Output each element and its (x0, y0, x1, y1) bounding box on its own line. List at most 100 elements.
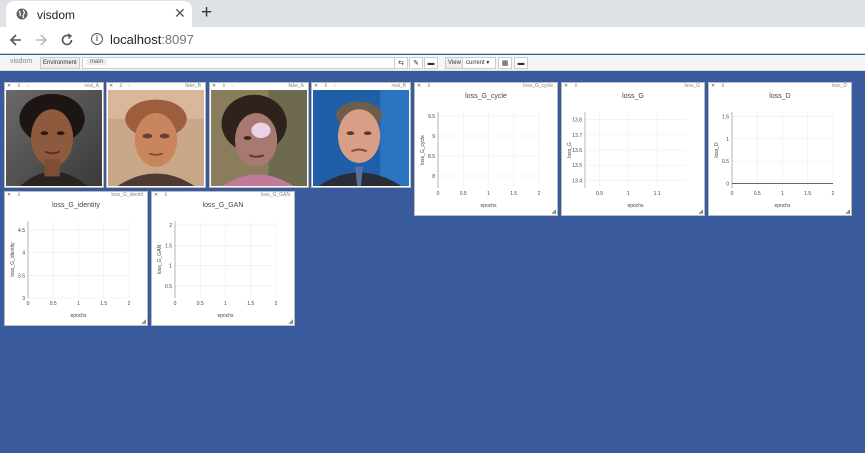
pane-controls[interactable]: ✕ ⇩ ◌ (314, 83, 338, 90)
environment-tag: main (86, 59, 108, 65)
x-axis-label: epochs (70, 313, 87, 319)
x-tick-label: 0.5 (50, 301, 57, 307)
y-tick-label: 4.5 (18, 228, 25, 234)
reload-icon[interactable] (60, 33, 74, 47)
y-tick-label: 8.5 (428, 154, 435, 160)
y-tick-label: 1.5 (165, 243, 172, 249)
plot-pane-loss-g-identity[interactable]: ✕ ⇩ loss_G_identit loss_G_identity 0 0.5 1 1.5… (4, 191, 148, 326)
y-tick-label: 0.5 (722, 159, 729, 165)
y-tick-label: 2 (169, 223, 172, 229)
plot-pane-loss-g-cycle[interactable]: ✕ ⇩ loss_G_cycle loss_G_cycle 0 0.5 1 1.5 2 9.5 9… (414, 82, 558, 216)
resize-handle-icon[interactable]: ◢ (551, 208, 556, 215)
resize-handle-icon[interactable]: ◢ (845, 208, 850, 215)
x-tick-label: 2 (832, 191, 835, 197)
y-tick-label: 13.6 (572, 148, 582, 154)
visdom-logo: visdom (10, 58, 33, 65)
x-tick-label: 0 (731, 191, 734, 197)
x-tick-label: 1.5 (247, 301, 254, 307)
plot-pane-loss-g-gan[interactable]: ✕ ⇩ loss_G_GAN loss_G_GAN 0 0.5 1 1.5 2 2 1.5 1 0.5… (151, 191, 295, 326)
x-tick-label: 0 (174, 301, 177, 307)
x-tick-label: 2 (128, 301, 131, 307)
new-tab-button[interactable]: + (201, 2, 212, 24)
globe-icon (16, 8, 28, 20)
x-tick-label: 1.1 (654, 191, 661, 197)
folder-icon[interactable]: ▬ (424, 57, 438, 69)
pane-header: ✕ ⇩ ◌ fake_A (210, 83, 308, 90)
image-pane-real-a[interactable]: ✕ ⇩ ◌ real_A (4, 82, 104, 188)
y-axis-label: loss_G_cycle (420, 135, 426, 165)
x-tick-label: 0.9 (596, 191, 603, 197)
tab-title: visdom (37, 8, 76, 22)
share-icon[interactable]: ⇆ (394, 57, 408, 69)
x-tick-label: 1 (627, 191, 630, 197)
chart-plot-area: 0.9 1 1.1 13.8 13.7 13.6 13.5 13.4 epochs loss_G (567, 112, 686, 209)
y-axis-label: loss_G (567, 142, 573, 158)
x-tick-label: 1 (487, 191, 490, 197)
x-tick-label: 2 (538, 191, 541, 197)
close-tab-icon[interactable]: ✕ (174, 5, 186, 22)
pane-name: fake_B (185, 83, 201, 89)
face-image (6, 90, 102, 186)
chart-plot-area: 0 0.5 1 1.5 2 2 1.5 1 0.5 epochs loss_G_GAN (157, 221, 278, 319)
url-host: localhost (110, 32, 162, 47)
face-image (108, 90, 204, 186)
image-pane-real-b[interactable]: ✕ ⇩ ◌ real_B (311, 82, 411, 188)
y-tick-label: 13.5 (572, 163, 582, 169)
info-icon[interactable]: i (91, 33, 103, 45)
resize-handle-icon[interactable]: ◢ (288, 318, 293, 325)
x-tick-label: 1.5 (804, 191, 811, 197)
pane-name: fake_A (288, 83, 304, 89)
x-tick-label: 1 (77, 301, 80, 307)
clear-env-icon[interactable]: ✎ (409, 57, 423, 69)
grid-icon[interactable]: ▦ (498, 57, 512, 69)
y-tick-label: 8 (432, 174, 435, 180)
y-tick-label: 9.5 (428, 114, 435, 120)
url-port: :8097 (161, 32, 194, 47)
chart-plot-area: 0 0.5 1 1.5 2 4.5 4 3.5 3 epochs loss_G_identity (10, 221, 131, 319)
image-pane-fake-a[interactable]: ✕ ⇩ ◌ fake_A (209, 82, 309, 188)
forward-icon[interactable] (34, 33, 48, 47)
y-tick-label: 4 (22, 251, 25, 257)
environment-select[interactable]: main (82, 57, 407, 69)
y-tick-label: 0 (726, 182, 729, 188)
x-tick-label: 0 (437, 191, 440, 197)
pane-controls[interactable]: ✕ ⇩ ◌ (212, 83, 236, 90)
x-tick-label: 1.5 (510, 191, 517, 197)
resize-handle-icon[interactable]: ◢ (698, 208, 703, 215)
image-pane-fake-b[interactable]: ✕ ⇩ ◌ fake_B (106, 82, 206, 188)
y-tick-label: 1 (726, 137, 729, 143)
x-tick-label: 0.5 (197, 301, 204, 307)
pane-controls[interactable]: ✕ ⇩ ◌ (109, 83, 133, 90)
url-field[interactable]: localhost:8097 (110, 32, 194, 47)
y-axis-label: loss_G_GAN (157, 245, 163, 275)
view-folder-icon[interactable]: ▬ (514, 57, 528, 69)
x-tick-label: 1 (781, 191, 784, 197)
back-icon[interactable] (9, 33, 23, 47)
x-tick-label: 2 (275, 301, 278, 307)
y-tick-label: 9 (432, 134, 435, 140)
x-tick-label: 0.5 (460, 191, 467, 197)
view-select[interactable]: current ▾ (462, 57, 496, 69)
y-tick-label: 0.5 (165, 284, 172, 290)
visdom-toolbar: visdom Environment main ⇆ ✎ ▬ View curre… (0, 55, 865, 71)
resize-handle-icon[interactable]: ◢ (141, 318, 146, 325)
chart-plot-area: 0 0.5 1 1.5 2 1.5 1 0.5 0 epochs loss_D (714, 112, 835, 209)
browser-tab[interactable]: visdom ✕ (6, 1, 192, 27)
y-axis-label: loss_D (714, 142, 720, 158)
pane-name: real_A (84, 83, 99, 89)
x-tick-label: 0.5 (754, 191, 761, 197)
plot-pane-loss-d[interactable]: ✕ ⇩ loss_D loss_D 0 0.5 1 1.5 2 1.5 1 0.5 0 epochs lo… (708, 82, 852, 216)
address-bar: i localhost:8097 (0, 27, 865, 54)
x-axis-label: epochs (627, 203, 644, 209)
browser-tab-bar: visdom ✕ + (0, 0, 865, 27)
plot-pane-loss-g[interactable]: ✕ ⇩ loss_G loss_G 0.9 1 1.1 13.8 13.7 13.6 13.5 13… (561, 82, 705, 216)
x-tick-label: 1 (224, 301, 227, 307)
x-axis-label: epochs (217, 313, 234, 319)
face-image (211, 90, 307, 186)
environment-label: Environment (40, 57, 80, 69)
y-tick-label: 3 (22, 296, 25, 302)
pane-controls[interactable]: ✕ ⇩ ◌ (7, 83, 31, 90)
x-tick-label: 0 (27, 301, 30, 307)
y-tick-label: 1 (169, 264, 172, 270)
pane-name: real_B (391, 83, 406, 89)
